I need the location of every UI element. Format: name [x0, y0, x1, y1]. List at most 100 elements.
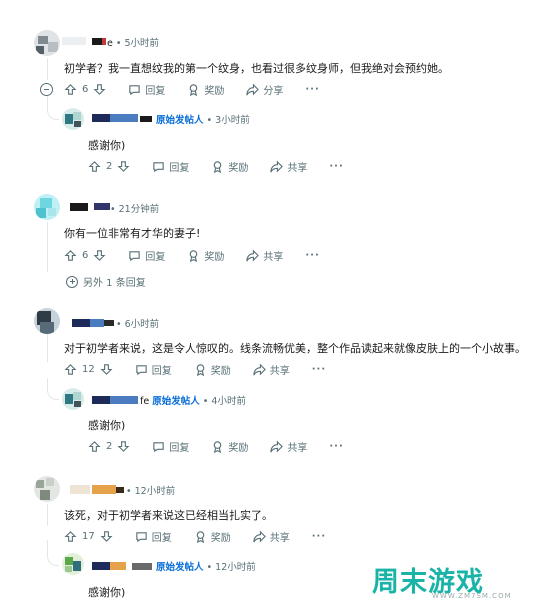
timestamp: 21分钟前	[118, 204, 160, 215]
op-badge: 原始发帖人	[152, 396, 200, 407]
comment-meta: • 12小时前	[126, 486, 176, 497]
comment-actions: 6 回复 奖励 分享 ···	[64, 80, 342, 98]
timestamp: 12小时前	[215, 562, 256, 573]
username-redacted[interactable]	[92, 114, 110, 122]
vote-count: 6	[82, 249, 89, 261]
collapse-thread-button[interactable]	[40, 83, 53, 96]
avatar[interactable]	[34, 476, 60, 502]
vote-count: 2	[106, 440, 113, 452]
username-redacted[interactable]	[70, 485, 90, 494]
comment-meta: e • 5小时前	[107, 38, 160, 49]
share-button[interactable]: 共享	[270, 159, 307, 174]
avatar[interactable]	[62, 388, 84, 410]
op-badge: 原始发帖人	[156, 562, 204, 573]
comment-actions: 6 回复 奖励 共享 ···	[64, 246, 342, 264]
award-button[interactable]: 奖励	[211, 439, 248, 454]
thread-connector	[47, 378, 59, 400]
reply-body: 感谢你)	[88, 419, 126, 432]
timestamp: 5小时前	[124, 38, 160, 49]
username-redacted[interactable]	[72, 319, 90, 327]
downvote-icon[interactable]	[100, 363, 113, 376]
reply-button[interactable]: 回复	[152, 439, 189, 454]
upvote-icon[interactable]	[88, 440, 101, 453]
more-options-button[interactable]: ···	[305, 250, 319, 261]
award-icon	[190, 83, 198, 96]
comment-meta: • 6小时前	[116, 319, 160, 330]
comment-body: 该死，对于初学者来说这已经相当扎实了。	[64, 509, 273, 522]
expand-icon	[66, 275, 78, 288]
username-redacted[interactable]	[62, 37, 86, 45]
share-icon	[270, 160, 284, 172]
avatar[interactable]	[34, 194, 60, 220]
comment-icon	[153, 161, 165, 172]
comment-actions: 12 回复 奖励 共享 ···	[64, 360, 348, 378]
share-icon	[246, 249, 260, 261]
upvote-icon[interactable]	[64, 530, 77, 543]
share-button[interactable]: 共享	[253, 529, 290, 544]
avatar[interactable]	[62, 108, 84, 130]
more-options-button[interactable]: ···	[312, 531, 326, 542]
thread-line	[47, 58, 48, 80]
reply-button[interactable]: 回复	[135, 362, 172, 377]
award-icon	[214, 160, 222, 173]
thread-line	[47, 334, 48, 362]
more-options-button[interactable]: ···	[329, 161, 343, 172]
award-icon	[196, 530, 205, 543]
username-redacted[interactable]	[92, 562, 110, 570]
downvote-icon[interactable]	[100, 530, 113, 543]
avatar[interactable]	[34, 30, 60, 56]
downvote-icon[interactable]	[93, 83, 106, 96]
reply-body: 感谢你)	[88, 139, 126, 152]
share-button[interactable]: 分享	[246, 82, 283, 97]
share-icon	[270, 440, 284, 452]
thread-connector	[47, 96, 59, 120]
share-icon	[246, 83, 260, 95]
upvote-icon[interactable]	[64, 249, 77, 262]
vote-count: 2	[106, 160, 113, 172]
award-button[interactable]: 奖励	[187, 248, 224, 263]
comment-icon	[153, 441, 165, 452]
award-button[interactable]: 奖励	[187, 82, 224, 97]
username-redacted[interactable]	[92, 38, 102, 45]
reply-button[interactable]: 回复	[128, 248, 165, 263]
comment-body: 初学者？我一直想纹我的第一个纹身，也看过很多纹身师，但我绝对会预约她。	[64, 62, 449, 75]
downvote-icon[interactable]	[117, 440, 130, 453]
share-button[interactable]: 共享	[270, 439, 307, 454]
username-redacted[interactable]	[92, 396, 110, 404]
avatar[interactable]	[34, 308, 60, 334]
avatar[interactable]	[62, 553, 84, 575]
downvote-icon[interactable]	[117, 160, 130, 173]
reply-button[interactable]: 回复	[135, 529, 172, 544]
comment-body: 对于初学者来说，这是令人惊叹的。线条流畅优美，整个作品读起来就像皮肤上的一个小故…	[64, 342, 526, 355]
upvote-icon[interactable]	[64, 83, 77, 96]
share-icon	[253, 363, 266, 375]
more-options-button[interactable]: ···	[312, 364, 326, 375]
username-redacted[interactable]	[70, 203, 88, 211]
more-options-button[interactable]: ···	[305, 84, 319, 95]
reply-button[interactable]: 回复	[152, 159, 189, 174]
comment-body: 你有一位非常有才华的妻子!	[64, 227, 201, 240]
share-icon	[253, 530, 266, 542]
reply-meta: fe 原始发帖人 • 4小时前	[140, 396, 246, 407]
thread-line	[47, 504, 48, 526]
upvote-icon[interactable]	[88, 160, 101, 173]
reply-body: 感谢你)	[88, 586, 126, 599]
award-button[interactable]: 奖励	[194, 529, 231, 544]
vote-count: 17	[82, 530, 95, 542]
more-replies-button[interactable]: 另外 1 条回复	[66, 274, 146, 289]
award-button[interactable]: 奖励	[194, 362, 231, 377]
award-button[interactable]: 奖励	[211, 159, 248, 174]
reply-meta: 原始发帖人 • 3小时前	[156, 115, 250, 126]
more-options-button[interactable]: ···	[329, 441, 343, 452]
downvote-icon[interactable]	[93, 249, 106, 262]
watermark-url: WWW.ZM7SM.COM	[432, 592, 512, 600]
comment-icon	[136, 531, 147, 542]
share-button[interactable]: 共享	[253, 362, 290, 377]
share-button[interactable]: 共享	[246, 248, 283, 263]
timestamp: 12小时前	[134, 486, 176, 497]
award-icon	[214, 440, 222, 453]
reply-actions: 2 回复 奖励 共享 ···	[88, 437, 366, 455]
thread-connector	[47, 540, 59, 566]
upvote-icon[interactable]	[64, 363, 77, 376]
reply-button[interactable]: 回复	[128, 82, 165, 97]
